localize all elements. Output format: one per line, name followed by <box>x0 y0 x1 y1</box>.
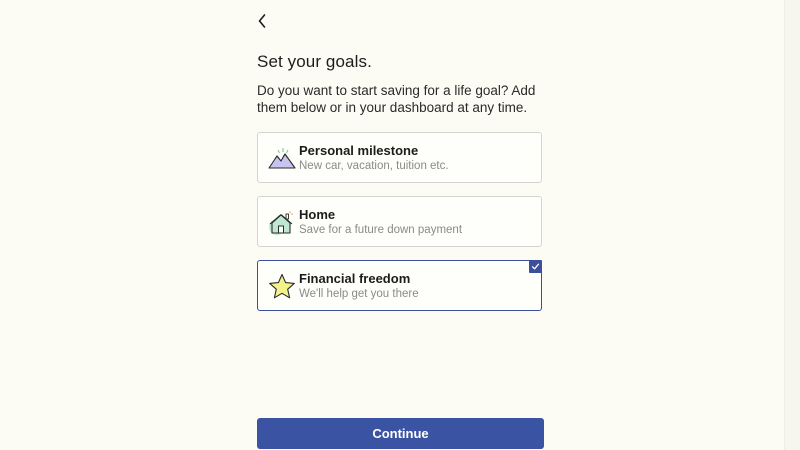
scrollbar-track[interactable] <box>784 0 800 450</box>
house-icon <box>269 211 293 235</box>
goal-description: We'll help get you there <box>299 288 419 300</box>
chevron-left-icon <box>258 14 266 28</box>
goal-description: Save for a future down payment <box>299 224 463 236</box>
continue-button[interactable]: Continue <box>257 418 544 449</box>
goal-title: Personal milestone <box>299 143 419 158</box>
goal-description: New car, vacation, tuition etc. <box>299 160 449 172</box>
mountain-icon <box>268 148 296 169</box>
star-icon <box>269 273 295 299</box>
selected-badge <box>529 260 542 273</box>
page-subtitle: Do you want to start saving for a life g… <box>257 83 536 115</box>
checkmark-icon <box>531 263 540 270</box>
goal-title: Financial freedom <box>299 271 411 286</box>
page-title: Set your goals. <box>257 52 372 71</box>
back-button[interactable] <box>252 10 272 32</box>
goal-title: Home <box>299 207 336 222</box>
goal-option-financial-freedom[interactable]: Financial freedom We'll help get you the… <box>257 260 542 311</box>
goal-option-home[interactable]: Home Save for a future down payment <box>257 196 542 247</box>
goal-option-personal-milestone[interactable]: Personal milestone New car, vacation, tu… <box>257 132 542 183</box>
